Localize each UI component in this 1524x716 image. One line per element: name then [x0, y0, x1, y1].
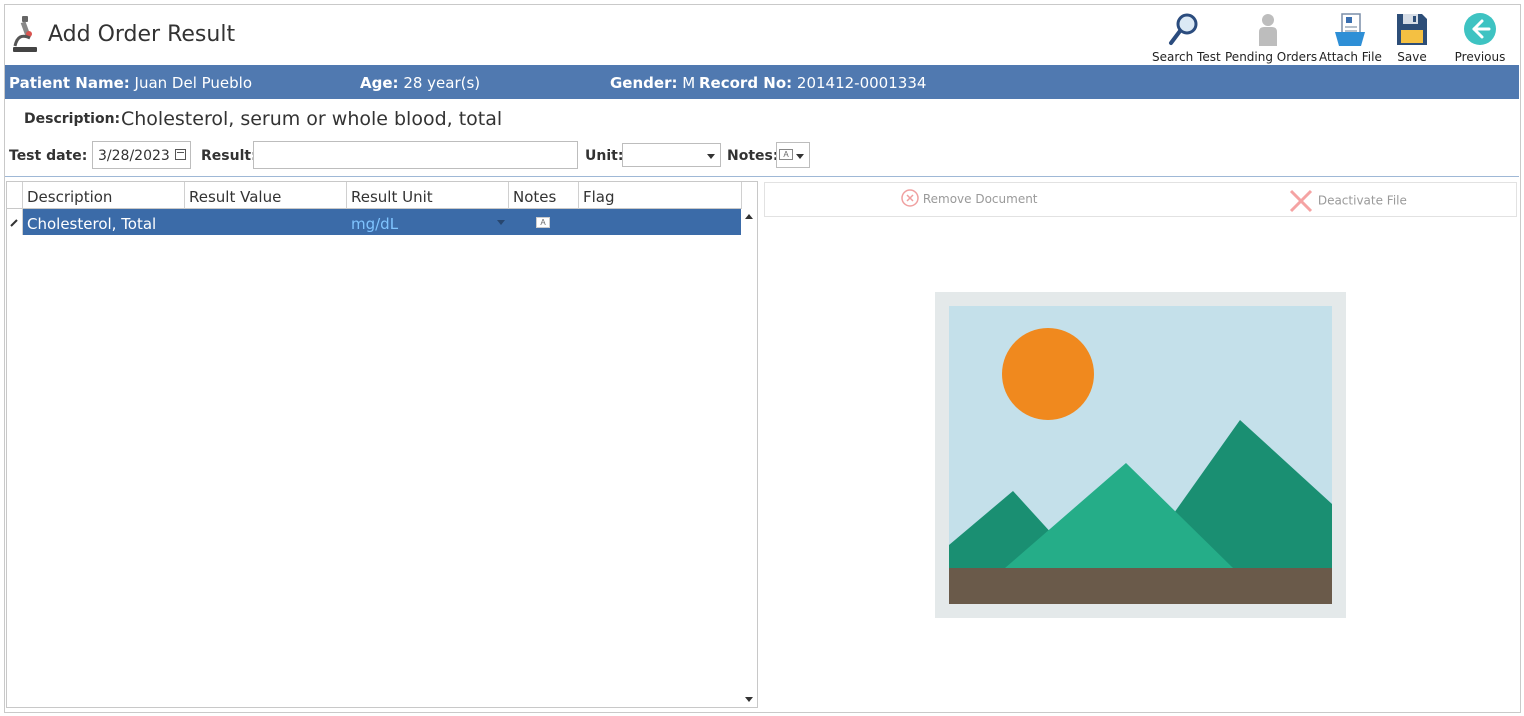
chevron-down-icon	[796, 154, 804, 159]
search-test-label: Search Test	[1152, 50, 1221, 64]
deactivate-file-label: Deactivate File	[1317, 193, 1407, 208]
unit-dropdown-icon[interactable]	[497, 220, 505, 225]
notes-label: Notes:	[727, 148, 779, 164]
unit-label: Unit:	[585, 148, 624, 164]
gender-label: Gender:	[610, 74, 678, 92]
previous-button[interactable]: Previous	[1450, 6, 1510, 64]
record-number: 201412-0001334	[796, 74, 927, 92]
attach-file-label: Attach File	[1319, 50, 1382, 64]
note-icon: A	[779, 149, 793, 160]
edit-pencil-icon	[10, 219, 18, 227]
patient-age: 28 year(s)	[403, 74, 481, 92]
cell-result-unit[interactable]: mg/dL	[351, 215, 398, 233]
search-icon	[1152, 6, 1216, 46]
scroll-up-icon[interactable]	[745, 214, 753, 219]
previous-label: Previous	[1454, 50, 1506, 64]
result-input[interactable]	[253, 141, 578, 169]
image-placeholder-icon	[935, 292, 1346, 618]
patient-name-label: Patient Name:	[9, 74, 130, 92]
notes-button[interactable]: A	[776, 142, 810, 168]
row-header-corner	[7, 182, 23, 209]
pending-orders-label: Pending Orders	[1225, 50, 1318, 64]
save-label: Save	[1397, 50, 1427, 64]
patient-name: Juan Del Pueblo	[134, 74, 253, 92]
back-arrow-icon	[1450, 6, 1510, 46]
description-value: Cholesterol, serum or whole blood, total	[121, 108, 503, 130]
pending-orders-button[interactable]: Pending Orders	[1225, 6, 1318, 64]
test-date-value: 3/28/2023	[98, 148, 170, 164]
remove-document-button[interactable]: Remove Document	[901, 188, 1038, 207]
unit-select[interactable]	[622, 143, 721, 167]
search-test-button[interactable]: Search Test	[1152, 6, 1221, 64]
divider	[5, 176, 1519, 177]
test-date-label: Test date:	[9, 148, 88, 164]
close-icon	[1289, 189, 1313, 213]
description-label: Description:	[24, 111, 121, 127]
age-label: Age:	[360, 74, 399, 92]
cell-description[interactable]: Cholesterol, Total	[27, 215, 156, 233]
record-label: Record No:	[699, 74, 793, 92]
column-header-flag[interactable]: Flag	[579, 182, 742, 209]
attach-file-icon	[1319, 6, 1381, 46]
calendar-icon[interactable]	[175, 149, 186, 160]
remove-circle-icon	[901, 188, 919, 207]
column-header-description[interactable]: Description	[23, 182, 185, 209]
results-grid: Description Result Value Result Unit Not…	[6, 181, 758, 708]
vertical-scrollbar[interactable]	[741, 209, 757, 707]
column-header-result-unit[interactable]: Result Unit	[347, 182, 509, 209]
attach-file-button[interactable]: Attach File	[1319, 6, 1382, 64]
chevron-down-icon	[707, 154, 715, 159]
scroll-down-icon[interactable]	[745, 697, 753, 702]
remove-document-label: Remove Document	[922, 192, 1038, 206]
note-icon[interactable]: A	[536, 217, 550, 228]
person-icon	[1225, 6, 1311, 46]
save-button[interactable]: Save	[1392, 6, 1432, 64]
document-toolbar: Remove Document Deactivate File	[764, 182, 1517, 217]
column-header-notes[interactable]: Notes	[509, 182, 579, 209]
microscope-icon	[10, 14, 40, 54]
test-date-picker[interactable]: 3/28/2023	[92, 141, 191, 169]
patient-info-bar: Patient Name: Juan Del Pueblo Age: 28 ye…	[5, 65, 1519, 99]
column-header-result-value[interactable]: Result Value	[185, 182, 347, 209]
result-label: Result:	[201, 148, 257, 164]
deactivate-file-button[interactable]: Deactivate File	[1288, 188, 1407, 214]
page-title: Add Order Result	[48, 22, 236, 47]
save-icon	[1392, 6, 1432, 46]
patient-gender: M	[682, 74, 696, 92]
row-indicator[interactable]	[7, 209, 23, 235]
